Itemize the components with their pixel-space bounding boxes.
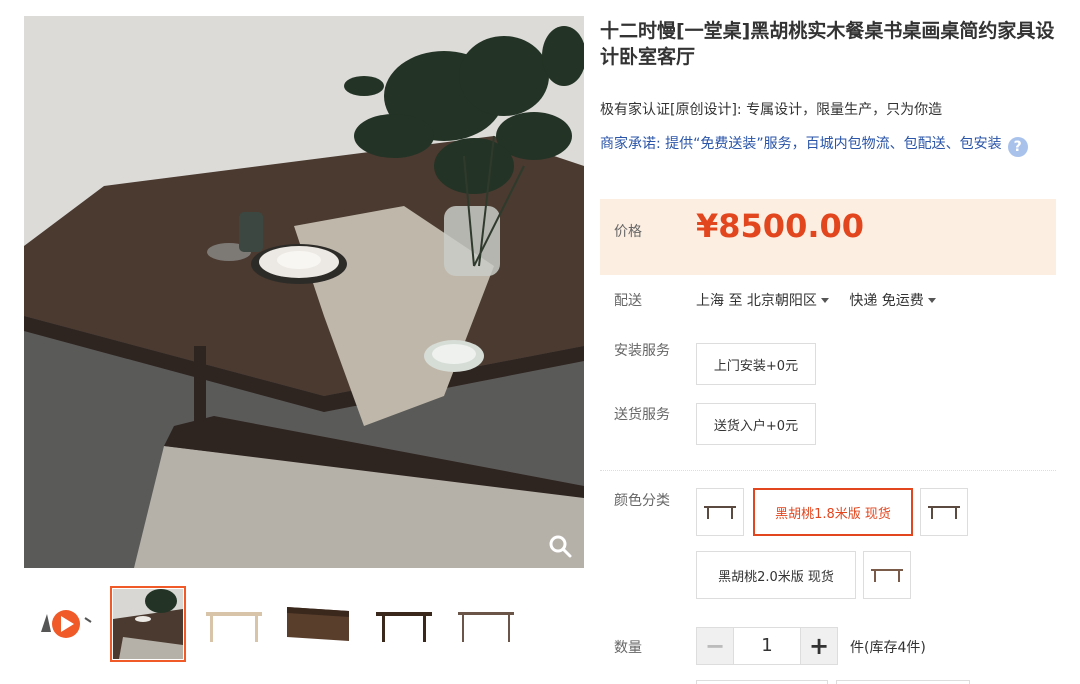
- thumbnail-video[interactable]: [28, 586, 104, 662]
- price-box: 价格 ¥8500.00: [600, 199, 1056, 275]
- shipping-method: 快递 免运费: [849, 293, 924, 309]
- shipping-method-dropdown[interactable]: 快递 免运费: [849, 293, 939, 309]
- install-service-option[interactable]: 上门安装+0元: [696, 343, 816, 385]
- merchant-promise-text: 商家承诺: 提供“免费送装”服务，百城内包物流、包配送、包安装: [600, 136, 1002, 152]
- merchant-promise[interactable]: 商家承诺: 提供“免费送装”服务，百城内包物流、包配送、包安装?: [600, 132, 1046, 157]
- question-circle-icon[interactable]: ?: [1007, 137, 1028, 157]
- table-icon: [458, 612, 514, 642]
- table-icon: [871, 569, 903, 582]
- price-value: ¥8500.00: [696, 207, 865, 245]
- thumbnail-image: [113, 589, 183, 659]
- chevron-down-icon: [820, 298, 829, 303]
- quantity-increment-button[interactable]: +: [800, 627, 838, 665]
- quantity-decrement-button[interactable]: −: [696, 627, 734, 665]
- color-swatch-2[interactable]: [920, 488, 968, 536]
- thumbnail-table-dark[interactable]: [366, 586, 442, 662]
- color-option-selected[interactable]: 黑胡桃1.8米版 现货: [753, 488, 913, 536]
- chevron-down-icon: [927, 298, 936, 303]
- thumbnail-scene-photo[interactable]: [110, 586, 186, 662]
- thumbnail-table-side[interactable]: [448, 586, 524, 662]
- color-swatch-3[interactable]: [863, 551, 911, 599]
- buy-now-button[interactable]: [696, 680, 828, 684]
- product-info-panel: 十二时慢[一堂桌]黑胡桃实木餐桌书桌画桌简约家具设计卧室客厅 极有家认证[原创设…: [600, 0, 1056, 684]
- delivery-service-label: 送货服务: [614, 407, 670, 423]
- divider: [600, 470, 1056, 471]
- table-detail-image: [287, 607, 349, 641]
- product-title: 十二时慢[一堂桌]黑胡桃实木餐桌书桌画桌简约家具设计卧室客厅: [600, 20, 1055, 68]
- zoom-icon[interactable]: [546, 532, 574, 560]
- quantity-input[interactable]: 1: [734, 627, 800, 665]
- shipping-info: 上海 至 北京朝阳区 快递 免运费: [696, 290, 940, 310]
- thumbnail-strip: [24, 586, 584, 662]
- add-to-cart-button[interactable]: [836, 680, 970, 684]
- quantity-label: 数量: [614, 640, 642, 656]
- shipping-destination-dropdown[interactable]: 北京朝阳区: [747, 293, 833, 309]
- play-video-icon: [41, 610, 92, 638]
- shipping-label: 配送: [614, 293, 642, 309]
- stock-info: 件(库存4件): [850, 640, 926, 656]
- product-photo-illustration: [24, 16, 584, 568]
- table-icon: [376, 612, 432, 642]
- color-option-2m[interactable]: 黑胡桃2.0米版 现货: [696, 551, 856, 599]
- main-product-image[interactable]: [24, 16, 584, 568]
- color-swatch-1[interactable]: [696, 488, 744, 536]
- shipping-destination: 北京朝阳区: [746, 293, 817, 309]
- certification-text: 极有家认证[原创设计]: 专属设计，限量生产，只为你造: [600, 102, 943, 118]
- color-label: 颜色分类: [614, 493, 670, 509]
- shipping-origin: 上海 至: [696, 293, 743, 309]
- table-icon: [928, 506, 960, 519]
- table-icon: [704, 506, 736, 519]
- table-icon: [206, 612, 262, 642]
- install-service-label: 安装服务: [614, 343, 670, 359]
- thumbnail-table-light[interactable]: [196, 586, 272, 662]
- price-label: 价格: [614, 224, 642, 240]
- delivery-service-option[interactable]: 送货入户+0元: [696, 403, 816, 445]
- thumbnail-table-detail[interactable]: [280, 586, 356, 662]
